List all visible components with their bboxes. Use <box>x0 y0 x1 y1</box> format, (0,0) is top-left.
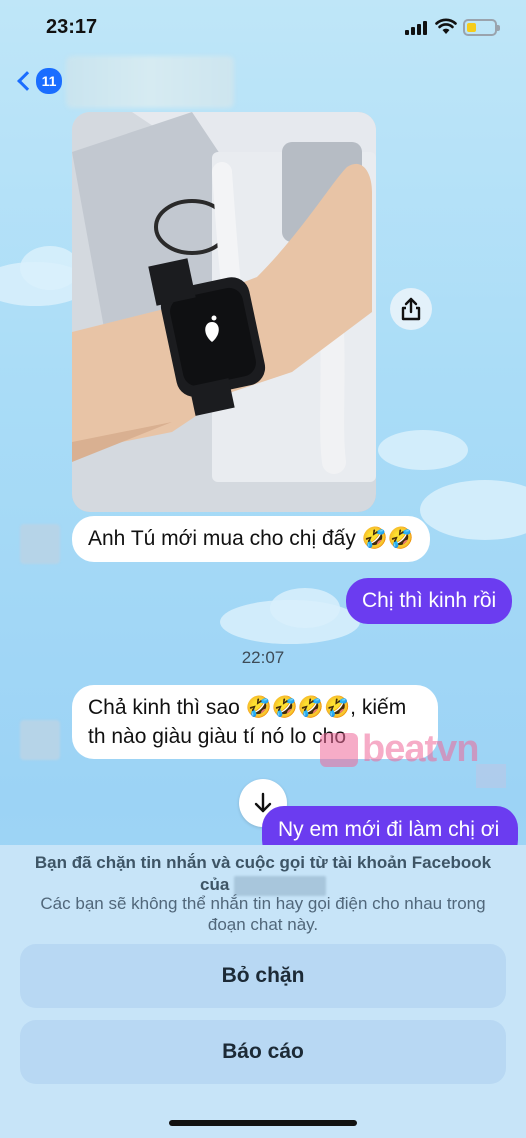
report-button[interactable]: Báo cáo <box>20 1020 506 1084</box>
avatar[interactable] <box>20 720 60 760</box>
cloud-decoration <box>270 588 340 628</box>
watch-photo <box>72 112 376 512</box>
cloud-decoration <box>20 246 80 290</box>
unblock-label: Bỏ chặn <box>221 964 305 987</box>
decorative-square <box>476 764 506 788</box>
contact-name-blurred[interactable] <box>66 56 234 108</box>
cloud-decoration <box>378 430 468 470</box>
status-bar: 23:17 <box>0 0 526 58</box>
share-icon <box>401 297 421 321</box>
status-time: 23:17 <box>46 16 98 38</box>
back-chevron-icon <box>17 71 37 91</box>
cloud-decoration <box>420 480 526 540</box>
message-text-line: Chả kinh thì sao 🤣🤣🤣🤣, kiếm <box>88 696 407 719</box>
home-indicator[interactable] <box>169 1120 357 1126</box>
outgoing-message[interactable]: Chị thì kinh rồi <box>346 578 513 624</box>
avatar[interactable] <box>20 524 60 564</box>
signal-icon <box>405 21 427 35</box>
block-subtext: Các bạn sẽ không thể nhắn tin hay gọi đi… <box>40 894 486 934</box>
watermark-text: beatvn <box>362 728 479 770</box>
share-button[interactable] <box>390 288 432 330</box>
battery-icon <box>463 19 500 36</box>
message-text: Ny em mới đi làm chị ơi <box>278 818 500 841</box>
message-text: Anh Tú mới mua cho chị đấy 🤣🤣 <box>88 527 414 550</box>
report-label: Báo cáo <box>222 1040 304 1063</box>
unblock-button[interactable]: Bỏ chặn <box>20 944 506 1008</box>
wifi-icon <box>435 18 457 34</box>
back-button[interactable]: 11 <box>16 68 62 94</box>
block-notice: Bạn đã chặn tin nhắn và cuộc gọi từ tài … <box>30 852 496 896</box>
block-notice-line: Bạn đã chặn tin nhắn và cuộc gọi từ tài … <box>34 853 492 872</box>
message-timestamp: 22:07 <box>241 648 285 667</box>
block-notice-prefix: của <box>199 875 230 894</box>
message-text: Chị thì kinh rồi <box>362 589 497 612</box>
watermark-logo <box>320 732 358 767</box>
unread-badge: 11 <box>36 68 62 94</box>
incoming-message[interactable]: Anh Tú mới mua cho chị đấy 🤣🤣 <box>72 516 430 562</box>
photo-message[interactable] <box>72 112 376 512</box>
beatvn-watermark: beatvn <box>320 728 479 771</box>
